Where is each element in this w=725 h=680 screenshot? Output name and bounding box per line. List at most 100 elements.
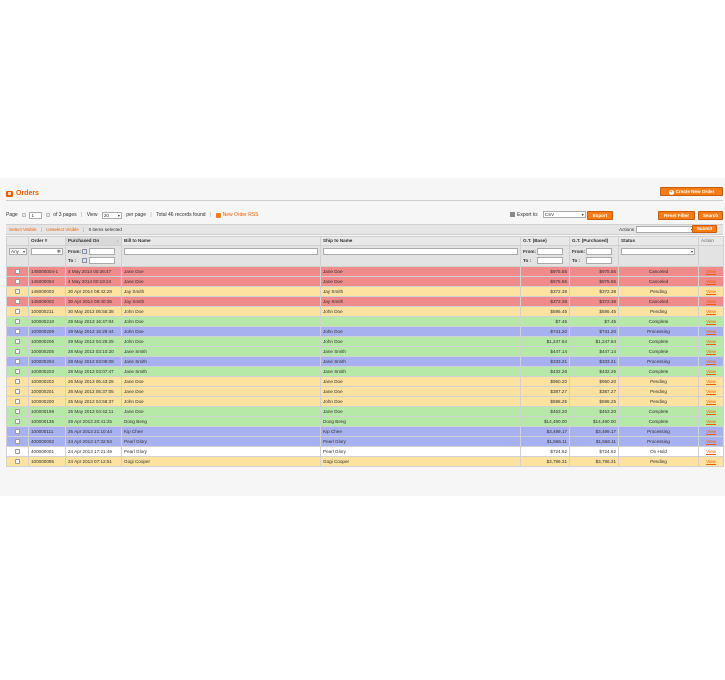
row-checkbox[interactable] [15,408,20,414]
row-checkbox[interactable] [15,398,20,404]
base-from-input[interactable] [537,248,563,255]
row-checkbox[interactable] [15,318,20,324]
table-row[interactable]: 100000205 28 May 2013 03:10:20 Jane Smith J… [6,346,724,357]
row-checkbox[interactable] [15,278,20,284]
table-row[interactable]: 145000004 4 May 2014 00:19:24 Jane Doe Jane… [6,276,724,287]
purchased-total-from-input[interactable] [586,248,612,255]
reset-filter-button[interactable]: Reset Filter [658,211,695,220]
purchased-total-to-input[interactable] [586,257,612,264]
submit-button[interactable]: Submit [692,225,717,233]
row-checkbox[interactable] [15,288,20,294]
select-visible-link[interactable]: Select Visible [9,227,37,232]
export-label: Export to: [517,212,539,218]
view-link[interactable]: View [706,369,716,374]
per-page-select[interactable]: 20 [101,211,122,219]
row-checkbox[interactable] [15,418,20,424]
view-link[interactable]: View [706,279,716,284]
view-link[interactable]: View [706,339,716,344]
base-to-input[interactable] [537,257,563,264]
table-row[interactable]: 100000209 29 May 2013 16:29:44 John Doe Joh… [6,326,724,337]
column-order-number[interactable]: Order # [28,236,66,246]
action-cell: View [698,406,724,417]
row-checkbox[interactable] [15,338,20,344]
view-link[interactable]: View [706,269,716,274]
table-row[interactable]: 100000202 26 May 2013 05:43:25 Jane Doe Jan… [6,376,724,387]
export-button[interactable]: Export [587,211,613,220]
row-checkbox[interactable] [15,328,20,334]
table-row[interactable]: 145000002 30 Apr 2014 08:40:36 Jay Smith Ja… [6,296,724,307]
prev-page-icon[interactable] [22,213,27,217]
massaction-filter-select[interactable]: Any [9,248,27,255]
table-row[interactable]: 145000003 30 Apr 2014 08:42:28 Jay Smith Ja… [6,286,724,297]
page-input[interactable]: 1 [29,211,43,219]
table-row[interactable]: 100000095 24 Apr 2013 07:12:51 Gogi Cooper… [6,456,724,467]
row-checkbox[interactable] [15,438,20,444]
view-link[interactable]: View [706,319,716,324]
status-filter-select[interactable] [621,248,695,255]
calendar-icon[interactable] [82,258,87,263]
from-label: From: [523,249,537,254]
table-row[interactable]: 100000200 25 May 2013 04:58:37 John Doe Joh… [6,396,724,407]
row-checkbox[interactable] [15,458,20,464]
table-row[interactable]: 100000204 28 May 2013 03:08:08 Jane Smith J… [6,356,724,367]
row-checkbox[interactable] [15,358,20,364]
row-checkbox[interactable] [15,448,20,454]
view-link[interactable]: View [706,389,716,394]
row-checkbox[interactable] [15,298,20,304]
ship-to-filter-input[interactable] [323,248,518,255]
table-row[interactable]: 100000211 30 May 2013 05:55:38 John Doe Joh… [6,306,724,317]
next-page-icon[interactable] [45,213,50,217]
view-link[interactable]: View [706,309,716,314]
row-checkbox[interactable] [15,428,20,434]
unselect-visible-link[interactable]: Unselect Visible [46,227,79,232]
row-checkbox[interactable] [15,368,20,374]
view-link[interactable]: View [706,329,716,334]
new-order-rss-link[interactable]: New Order RSS [223,210,259,220]
table-row[interactable]: 145000004-1 4 May 2014 00:36:47 Jane Doe Ja… [6,266,724,277]
search-button[interactable]: Search [698,211,723,220]
view-link[interactable]: View [706,289,716,294]
purchased-to-input[interactable] [89,257,115,264]
row-checkbox[interactable] [15,348,20,354]
row-checkbox[interactable] [15,378,20,384]
column-gt-base[interactable]: G.T. (Base) [520,236,570,246]
column-bill-to-name[interactable]: Bill to Name [121,236,321,246]
column-ship-to-name[interactable]: Ship to Name [320,236,521,246]
bill-to-filter-input[interactable] [124,248,318,255]
table-row[interactable]: 100000206 29 May 2013 04:28:25 John Doe Joh… [6,336,724,347]
view-link[interactable]: View [706,449,716,454]
column-gt-purchased[interactable]: G.T. (Purchased) [569,236,619,246]
view-link[interactable]: View [706,359,716,364]
view-link[interactable]: View [706,379,716,384]
row-checkbox[interactable] [15,388,20,394]
view-link[interactable]: View [706,349,716,354]
table-row[interactable]: 100000111 25 Apr 2013 21:10:44 Kip Chee Kip… [6,426,724,437]
row-checkbox[interactable] [15,268,20,274]
gt-base-cell: $741.20 [520,326,570,337]
export-format-select[interactable]: CSV [542,211,586,219]
calendar-icon[interactable] [82,249,87,254]
view-link[interactable]: View [706,429,716,434]
view-link[interactable]: View [706,409,716,414]
view-link[interactable]: View [706,419,716,424]
create-new-order-button[interactable]: + Create New Order [660,187,723,196]
view-link[interactable]: View [706,439,716,444]
table-row[interactable]: 100000135 29 Apr 2013 20:41:25 Dong Beng Do… [6,416,724,427]
table-row[interactable]: 100000210 29 May 2013 16:47:04 John Doe $7.… [6,316,724,327]
column-status[interactable]: Status [618,236,699,246]
column-purchased-on[interactable]: Purchased On ↓ [65,236,122,246]
order-number-filter-input[interactable]: ✱ [31,248,63,255]
view-link[interactable]: View [706,399,716,404]
actions-select[interactable] [636,226,695,233]
items-selected-count: 0 items selected [88,227,122,232]
table-row[interactable]: 100000201 26 May 2013 05:37:05 Jane Doe Jan… [6,386,724,397]
table-row[interactable]: 100000199 25 May 2013 04:42:11 Jane Doe Jan… [6,406,724,417]
gt-base-cell: $3,796.31 [520,456,570,467]
view-link[interactable]: View [706,459,716,464]
purchased-from-input[interactable] [89,248,115,255]
row-checkbox[interactable] [15,308,20,314]
table-row[interactable]: 400000002 24 Apr 2013 17:32:54 Pearl Glory… [6,436,724,447]
table-row[interactable]: 100000203 28 May 2013 03:07:47 Jane Smith J… [6,366,724,377]
view-link[interactable]: View [706,299,716,304]
table-row[interactable]: 400000001 24 Apr 2013 17:21:49 Pearl Glory… [6,446,724,457]
